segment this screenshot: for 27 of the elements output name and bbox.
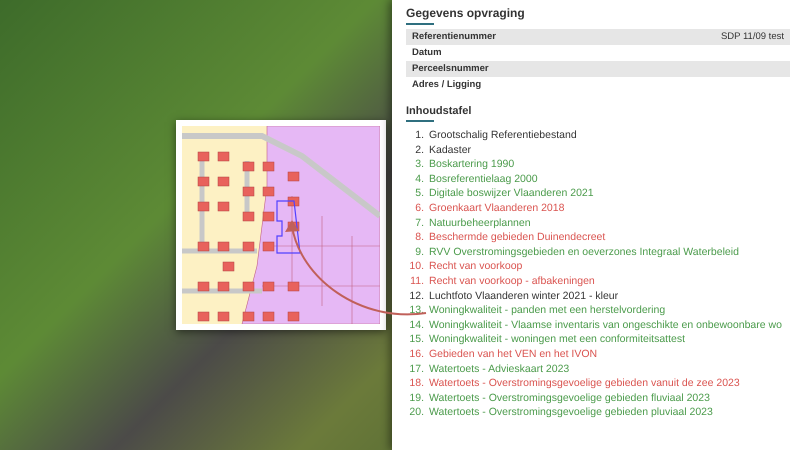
toc-item[interactable]: 12. Luchtfoto Vlaanderen winter 2021 - kleur (406, 288, 790, 304)
toc-item[interactable]: 5. Digitale boswijzer Vlaanderen 2021 (406, 186, 790, 201)
toc-item[interactable]: 1. Grootschalig Referentiebestand (406, 128, 790, 143)
field-label: Adres / Ligging (412, 79, 482, 91)
toc-item[interactable]: 3. Boskartering 1990 (406, 157, 790, 172)
field-label: Referentienummer (412, 31, 496, 43)
toc-item[interactable]: 17. Watertoets - Advieskaart 2023 (406, 362, 790, 376)
toc-item[interactable]: 11. Recht van voorkoop - afbakeningen (406, 274, 790, 289)
toc-item[interactable]: 4. Bosreferentielaag 2000 (406, 172, 790, 186)
toc-item[interactable]: 15. Woningkwaliteit - woningen met een conformiteitsattest (406, 332, 790, 347)
field-value: SDP 11/09 test (720, 31, 784, 43)
toc-item[interactable]: 20. Watertoets - Overstromingsgevoelige gebieden pluviaal 2023 (406, 405, 790, 420)
field-label: Datum (412, 47, 442, 59)
toc-item[interactable]: 7. Natuurbeheerplannen (406, 216, 790, 230)
toc-item[interactable]: 2. Kadaster (406, 142, 790, 158)
toc-item[interactable]: 14. Woningkwaliteit - Vlaamse inventaris van ongeschikte en onbewoonbare wo (406, 318, 790, 332)
toc-item[interactable]: 16. Gebieden van het VEN en het IVON (406, 346, 790, 362)
toc-item[interactable]: 19. Watertoets - Overstromingsgevoelige gebieden fluviaal 2023 (406, 390, 790, 406)
toc-item[interactable]: 9. RVV Overstromingsgebieden en oeverzones Integraal Waterbeleid (406, 244, 790, 260)
toc-item[interactable]: 13. Woningkwaliteit - panden met een herstelvordering (406, 303, 790, 318)
toc-item[interactable]: 6. Groenkaart Vlaanderen 2018 (406, 200, 790, 216)
section-title: Gegevens opvraging (406, 6, 526, 20)
toc-item[interactable]: 18. Watertoets - Overstromingsgevoelige gebieden vanuit de zee 2023 (406, 376, 790, 391)
toc-item[interactable]: 8. Beschermde gebieden Duinendecreet (406, 230, 790, 245)
toc-item[interactable]: 10. Recht van voorkoop (406, 259, 790, 274)
toc-title: Inhoudstafel (406, 105, 472, 117)
field-label: Perceelsnummer (412, 63, 489, 75)
